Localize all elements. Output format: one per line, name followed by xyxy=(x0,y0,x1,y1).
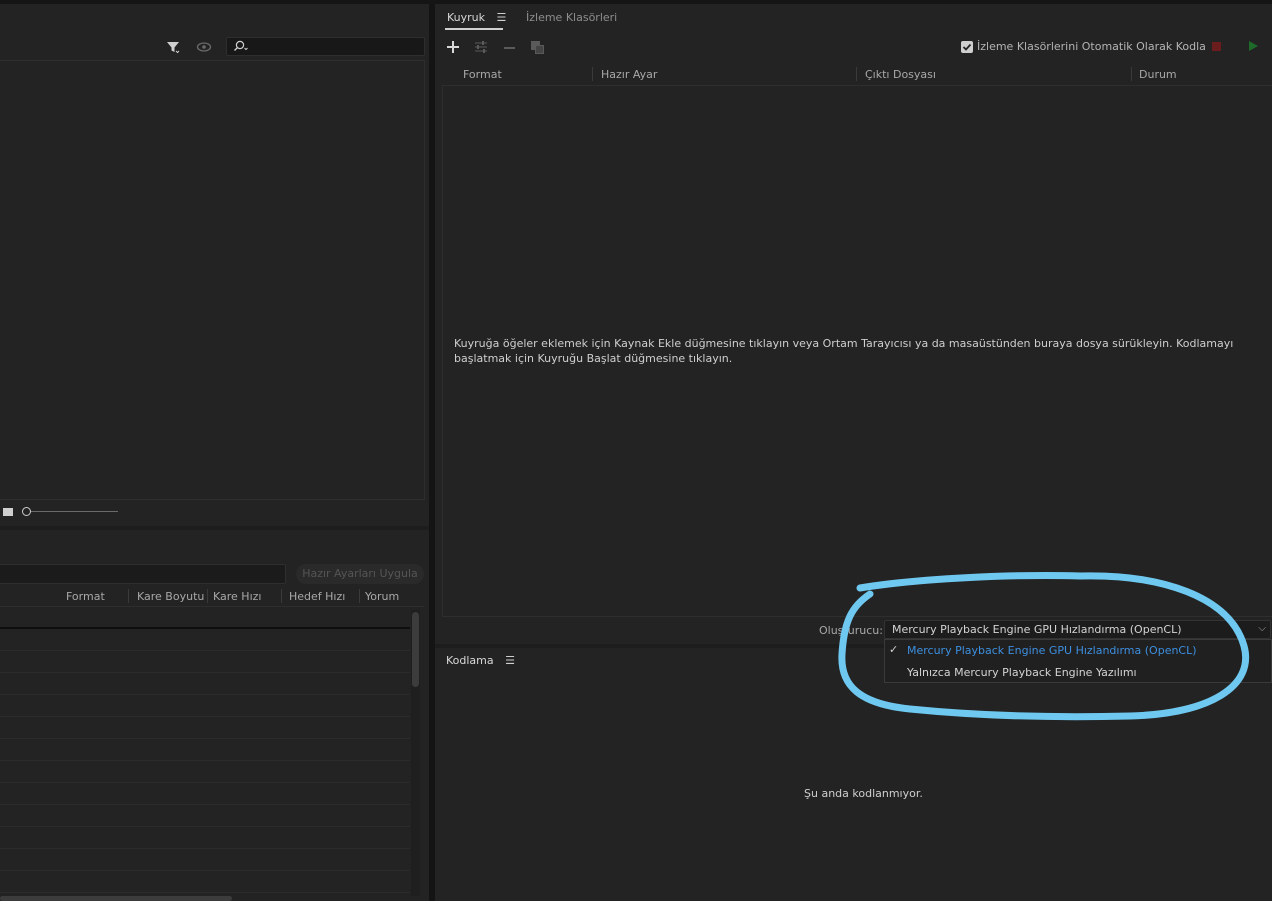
tab-underline xyxy=(445,28,503,30)
hamburger-icon[interactable]: ☰ xyxy=(505,654,515,667)
zoom-slider-handle[interactable] xyxy=(22,507,31,516)
filter-icon[interactable] xyxy=(164,38,182,56)
tab-encoding[interactable]: Kodlama ☰ xyxy=(446,654,515,667)
plus-icon[interactable] xyxy=(446,40,460,54)
queue-drop-area[interactable]: Kuyruğa öğeler eklemek için Kaynak Ekle … xyxy=(442,85,1272,617)
table-row[interactable] xyxy=(0,760,410,761)
table-row[interactable] xyxy=(0,738,410,739)
tab-watch-folders[interactable]: İzleme Klasörleri xyxy=(526,11,617,24)
column-comment[interactable]: Yorum xyxy=(365,590,399,603)
tab-encoding-label: Kodlama xyxy=(446,654,494,667)
auto-encode-checkbox[interactable] xyxy=(961,41,973,53)
column-output-file[interactable]: Çıktı Dosyası xyxy=(865,68,936,81)
table-row[interactable] xyxy=(0,716,410,717)
zoom-slider[interactable] xyxy=(22,507,118,517)
table-row[interactable] xyxy=(0,650,410,651)
preset-table-body[interactable] xyxy=(0,608,410,901)
hamburger-icon[interactable]: ☰ xyxy=(497,11,507,24)
table-row[interactable] xyxy=(0,826,410,827)
queue-empty-message: Kuyruğa öğeler eklemek için Kaynak Ekle … xyxy=(454,337,1234,365)
play-icon[interactable] xyxy=(1249,41,1258,51)
preset-scrollbar-thumb[interactable] xyxy=(412,612,419,687)
encoding-status: Şu anda kodlanmıyor. xyxy=(804,787,923,800)
highlight-annotation-circle xyxy=(838,572,1250,721)
minus-icon[interactable] xyxy=(504,47,515,49)
table-row[interactable] xyxy=(0,892,410,893)
column-frame-rate[interactable]: Kare Hızı xyxy=(213,590,261,603)
column-preset[interactable]: Hazır Ayar xyxy=(601,68,657,81)
auto-encode-label[interactable]: İzleme Klasörlerini Otomatik Olarak Kodl… xyxy=(977,40,1206,53)
sliders-icon[interactable] xyxy=(473,40,489,54)
table-row[interactable] xyxy=(0,694,410,695)
window-top-strip xyxy=(0,0,1272,4)
preset-browser-panel: Hazır Ayarları Uygula Format Kare Boyutu… xyxy=(0,530,429,901)
checkmark-icon xyxy=(962,43,972,51)
table-row[interactable] xyxy=(0,672,410,673)
search-icon xyxy=(233,40,249,53)
queue-panel: Kuyruk ☰ İzleme Klasörleri İzleme Klasör… xyxy=(435,4,1272,644)
column-format[interactable]: Format xyxy=(66,590,105,603)
column-target-rate[interactable]: Hedef Hızı xyxy=(289,590,345,603)
table-row[interactable] xyxy=(0,804,410,805)
preset-hscrollbar-thumb[interactable] xyxy=(0,896,232,901)
search-input[interactable] xyxy=(226,37,425,56)
column-format[interactable]: Format xyxy=(463,68,502,81)
preset-search-input[interactable] xyxy=(0,564,286,584)
list-view-icon[interactable] xyxy=(3,508,13,516)
media-browser-content[interactable] xyxy=(0,60,425,500)
duplicate-icon[interactable] xyxy=(531,41,545,55)
queue-table-header: Format Hazır Ayar Çıktı Dosyası Durum xyxy=(442,66,1272,86)
table-row[interactable] xyxy=(0,782,410,783)
apply-preset-button[interactable]: Hazır Ayarları Uygula xyxy=(296,564,424,584)
preset-table-header: Format Kare Boyutu Kare Hızı Hedef Hızı … xyxy=(0,587,424,607)
eye-icon[interactable] xyxy=(195,38,213,56)
table-row[interactable] xyxy=(0,848,410,849)
table-row[interactable] xyxy=(0,870,410,871)
stop-icon[interactable] xyxy=(1212,42,1221,51)
media-browser-panel xyxy=(0,4,429,526)
preset-scrollbar[interactable] xyxy=(411,610,420,896)
column-frame-size[interactable]: Kare Boyutu xyxy=(137,590,204,603)
column-status[interactable]: Durum xyxy=(1139,68,1177,81)
tab-queue-label: Kuyruk xyxy=(447,11,486,24)
